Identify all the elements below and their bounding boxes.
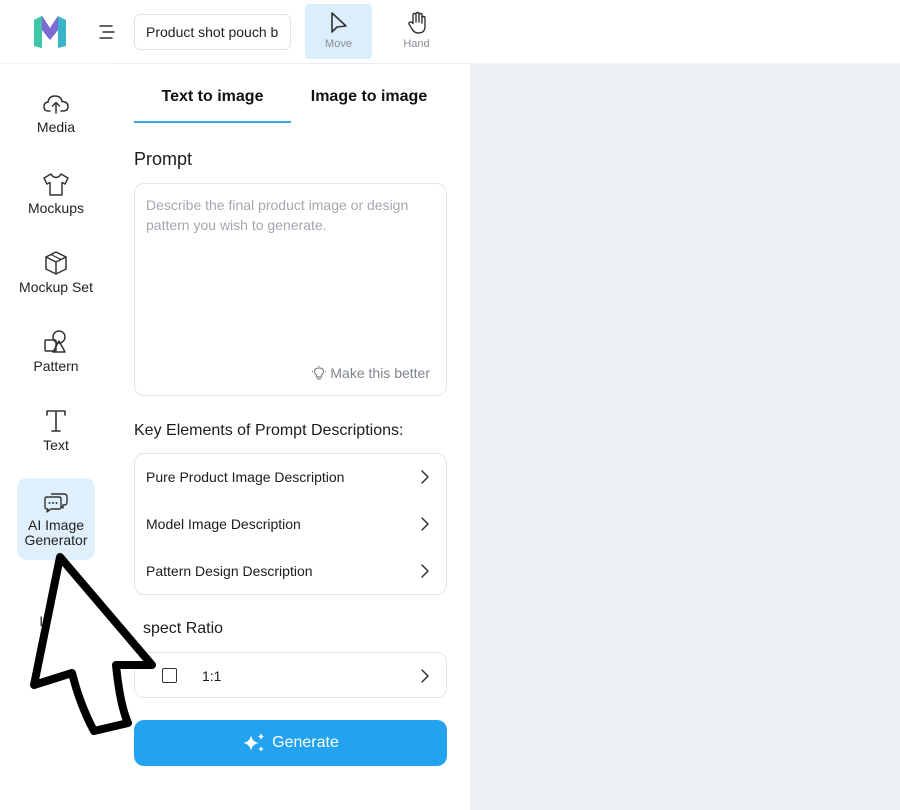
menu-icon[interactable] [96,21,118,43]
sidebar-item-label-line1: AI Image [27,517,85,533]
list-item-label: Model Image Description [146,516,301,532]
sidebar-item-mockup-set[interactable]: Mockup Set [17,250,95,320]
text-t-icon [46,410,66,432]
hand-tool-label: Hand [403,38,430,50]
canvas-area[interactable] [470,64,900,810]
hand-icon [407,11,426,34]
sparkle-icon [243,733,265,752]
sidebar-item-label: Pattern [33,358,79,374]
make-better-button[interactable]: Make this better [311,365,430,381]
tab-image-to-image[interactable]: Image to image [291,88,447,122]
sidebar-item-label: Im [39,613,55,629]
prompt-input[interactable] [146,195,436,345]
chevron-right-icon [421,564,429,578]
prompt-title: Prompt [134,149,193,169]
top-bar: Move Hand [0,0,900,64]
shapes-icon [44,330,66,353]
lightbulb-icon [312,365,327,380]
sidebar-item-label-line2: Generator [24,532,88,548]
cloud-upload-icon [43,95,69,114]
sidebar-item-label: Media [36,119,76,135]
list-item-model-image[interactable]: Model Image Description [135,501,446,547]
square-ratio-icon [162,668,177,683]
sidebar-item-mockups[interactable]: Mockups [17,171,95,241]
app-logo-icon[interactable] [32,14,68,50]
key-elements-title: Key Elements of Prompt Descriptions: [134,422,404,439]
hand-tool-button[interactable]: Hand [383,4,450,59]
arrow-pointer-icon [330,12,347,33]
tab-text-to-image[interactable]: Text to image [134,88,291,122]
sidebar-item-text[interactable]: Text [17,408,95,478]
generate-button[interactable]: Generate [134,720,447,766]
project-name-input[interactable] [134,14,291,50]
chevron-right-icon [421,470,429,484]
chat-bubbles-icon [44,493,68,513]
active-tab-indicator [134,121,291,123]
tshirt-icon [43,173,69,196]
aspect-ratio-title: spect Ratio [143,620,224,637]
list-item-label: Pattern Design Description [146,563,313,579]
prompt-box: Make this better [134,183,447,396]
chevron-right-icon [421,669,429,683]
cube-icon [45,251,67,275]
list-item-pattern-design[interactable]: Pattern Design Description [135,548,446,594]
sidebar-item-pattern[interactable]: Pattern [17,329,95,399]
sidebar-item-label: Mockups [27,200,85,216]
move-tool-button[interactable]: Move [305,4,372,59]
list-item-pure-product[interactable]: Pure Product Image Description [135,454,446,500]
aspect-ratio-select[interactable]: 1:1 [134,652,447,698]
generate-label: Generate [272,734,339,751]
aspect-ratio-value: 1:1 [202,668,222,684]
key-elements-list: Pure Product Image Description Model Ima… [134,453,447,595]
make-better-label: Make this better [330,365,430,381]
sidebar-item-media[interactable]: Media [17,92,95,162]
sidebar-item-image[interactable]: Im [17,612,95,632]
move-tool-label: Move [325,38,352,50]
sidebar-item-label: Text [43,437,69,453]
chevron-right-icon [421,517,429,531]
list-item-label: Pure Product Image Description [146,469,345,485]
sidebar-item-ai-image-generator[interactable]: AI Image Generator [17,478,95,560]
sidebar-item-label: Mockup Set [19,279,93,295]
